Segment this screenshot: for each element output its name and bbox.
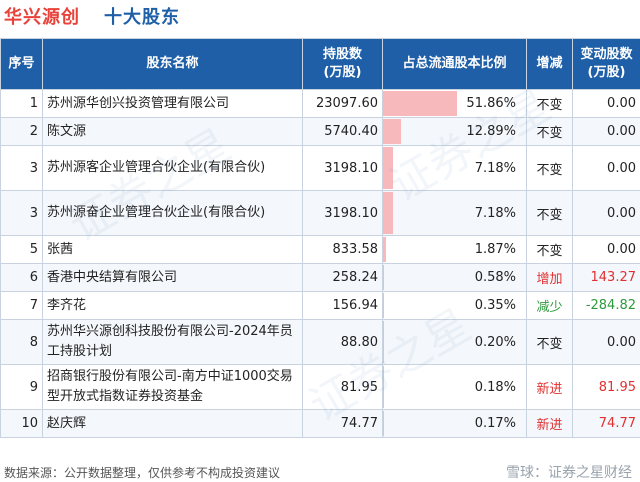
row-index: 6 [0,263,43,292]
change-status: 增加 [526,263,573,292]
ratio-cell: 7.18% [382,190,527,236]
row-index: 2 [0,117,43,146]
shares-held: 156.94 [302,291,383,320]
ratio-cell: 0.58% [382,263,527,292]
shares-held: 74.77 [302,409,383,438]
row-index: 3 [0,145,43,191]
ratio-value: 1.87% [474,242,516,257]
shares-held: 88.80 [302,319,383,365]
change-status: 新进 [526,409,573,438]
row-index: 7 [0,291,43,320]
shareholder-name: 苏州源华创兴投资管理有限公司 [42,89,303,118]
shareholder-name: 苏州源奋企业管理合伙企业(有限合伙) [42,190,303,236]
change-status: 减少 [526,291,573,320]
change-shares: 0.00 [572,319,640,365]
change-shares: 0.00 [572,190,640,236]
table-row: 2 陈文源 5740.40 12.89% 不变 0.00 [0,117,640,146]
ratio-cell: 1.87% [382,235,527,264]
shares-held: 5740.40 [302,117,383,146]
row-index: 9 [0,364,43,410]
ratio-bar [383,293,384,318]
column-header-ratio: 占总流通股本比例 [382,38,527,90]
table-row: 8 苏州华兴源创科技股份有限公司-2024年员工持股计划 88.80 0.20% 不变 0… [0,319,640,365]
table-row: 1 苏州源华创兴投资管理有限公司 23097.60 51.86% 不变 0.00 [0,89,640,118]
change-shares: 74.77 [572,409,640,438]
shareholder-name: 苏州华兴源创科技股份有限公司-2024年员工持股计划 [42,319,303,365]
ratio-value: 0.58% [474,270,516,285]
ratio-value: 51.86% [466,96,516,111]
change-shares: 143.27 [572,263,640,292]
table-row: 7 李齐花 156.94 0.35% 减少 -284.82 [0,291,640,320]
change-shares: 81.95 [572,364,640,410]
shareholders-table: 序号 股东名称 持股数 (万股) 占总流通股本比例 增减 变动股数 (万股) 1… [0,38,640,438]
shares-held: 81.95 [302,364,383,410]
change-status: 不变 [526,190,573,236]
shareholder-name: 香港中央结算有限公司 [42,263,303,292]
ratio-cell: 0.18% [382,364,527,410]
column-header-change: 增减 [526,38,573,90]
ratio-value: 0.35% [474,298,516,313]
change-shares: 0.00 [572,235,640,264]
ratio-cell: 0.35% [382,291,527,320]
column-header-shares: 持股数 (万股) [302,38,383,90]
row-index: 3 [0,190,43,236]
table-row: 3 苏州源奋企业管理合伙企业(有限合伙) 3198.10 7.18% 不变 0.00 [0,190,640,236]
ratio-cell: 51.86% [382,89,527,118]
change-status: 新进 [526,364,573,410]
row-index: 8 [0,319,43,365]
ratio-cell: 7.18% [382,145,527,191]
change-status: 不变 [526,235,573,264]
shares-held: 833.58 [302,235,383,264]
shares-held: 3198.10 [302,145,383,191]
brand-label: 雪球：证券之星财经 [506,465,632,481]
ratio-bar [383,237,386,262]
ratio-bar [383,265,384,290]
ratio-value: 0.17% [474,416,516,431]
column-header-index: 序号 [0,38,43,90]
change-status: 不变 [526,145,573,191]
ratio-value: 7.18% [474,205,516,221]
page-title: 十大股东 [104,7,180,28]
ratio-value: 0.18% [474,379,516,395]
shareholder-name: 李齐花 [42,291,303,320]
title-bar: 华兴源创 十大股东 [0,0,640,36]
change-status: 不变 [526,89,573,118]
ratio-cell: 0.17% [382,409,527,438]
company-name: 华兴源创 [4,7,80,28]
change-status: 不变 [526,319,573,365]
table-row: 6 香港中央结算有限公司 258.24 0.58% 增加 143.27 [0,263,640,292]
ratio-value: 0.20% [474,334,516,350]
shares-held: 258.24 [302,263,383,292]
column-header-delta: 变动股数 (万股) [572,38,640,90]
shares-held: 3198.10 [302,190,383,236]
ratio-cell: 12.89% [382,117,527,146]
table-row: 10 赵庆辉 74.77 0.17% 新进 74.77 [0,409,640,438]
ratio-value: 12.89% [466,124,516,139]
ratio-value: 7.18% [474,160,516,176]
table-header-row: 序号 股东名称 持股数 (万股) 占总流通股本比例 增减 变动股数 (万股) [0,38,640,90]
ratio-cell: 0.20% [382,319,527,365]
row-index: 1 [0,89,43,118]
change-shares: 0.00 [572,117,640,146]
table-row: 3 苏州源客企业管理合伙企业(有限合伙) 3198.10 7.18% 不变 0.00 [0,145,640,191]
row-index: 5 [0,235,43,264]
change-shares: -284.82 [572,291,640,320]
change-shares: 0.00 [572,145,640,191]
shareholder-name: 苏州源客企业管理合伙企业(有限合伙) [42,145,303,191]
table-row: 9 招商银行股份有限公司-南方中证1000交易型开放式指数证券投资基金 81.95 0… [0,364,640,410]
row-index: 10 [0,409,43,438]
table-row: 5 张茜 833.58 1.87% 不变 0.00 [0,235,640,264]
column-header-name: 股东名称 [42,38,303,90]
data-source-note: 数据来源：公开数据整理，仅供参考不构成投资建议 [4,466,281,480]
shareholder-name: 张茜 [42,235,303,264]
shares-held: 23097.60 [302,89,383,118]
footer: 数据来源：公开数据整理，仅供参考不构成投资建议 雪球：证券之星财经 [0,461,640,482]
shareholder-name: 陈文源 [42,117,303,146]
shareholder-name: 赵庆辉 [42,409,303,438]
change-shares: 0.00 [572,89,640,118]
change-status: 不变 [526,117,573,146]
shareholder-name: 招商银行股份有限公司-南方中证1000交易型开放式指数证券投资基金 [42,364,303,410]
